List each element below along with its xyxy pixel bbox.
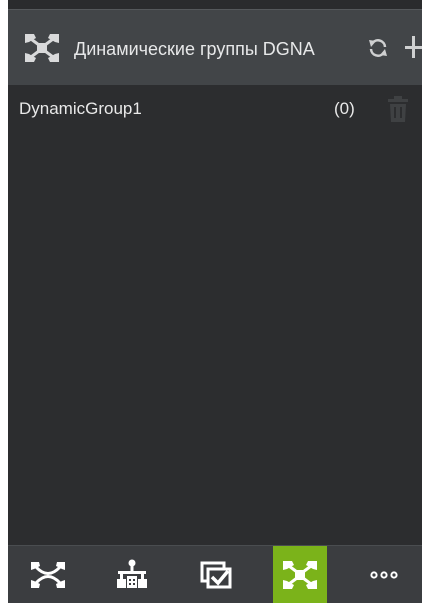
bottom-nav [8,545,422,603]
dgna-panel: Динамические группы DGNA DynamicGroup1 (… [8,0,422,603]
dgna-group-icon [25,34,59,62]
top-strip [8,0,422,9]
hierarchy-icon [117,559,147,588]
nav-group-link[interactable] [22,546,74,603]
plus-icon[interactable] [405,32,422,62]
trash-icon[interactable] [386,96,410,122]
nav-hierarchy[interactable] [106,546,158,603]
group-name: DynamicGroup1 [19,99,142,118]
list-item[interactable]: DynamicGroup1 (0) [8,85,422,131]
group-link-icon [31,562,65,588]
panel-title: Динамические группы DGNA [74,39,315,59]
nav-more[interactable] [358,546,410,603]
panel-header: Динамические группы DGNA [8,9,422,85]
group-member-count: (0) [334,99,355,118]
dgna-group-icon [283,561,317,589]
checkbox-window-icon [200,561,232,589]
nav-selection[interactable] [190,546,242,603]
group-list: DynamicGroup1 (0) [8,85,422,545]
nav-dgna[interactable] [273,546,327,603]
more-icon [370,571,398,579]
refresh-icon[interactable] [366,36,390,60]
